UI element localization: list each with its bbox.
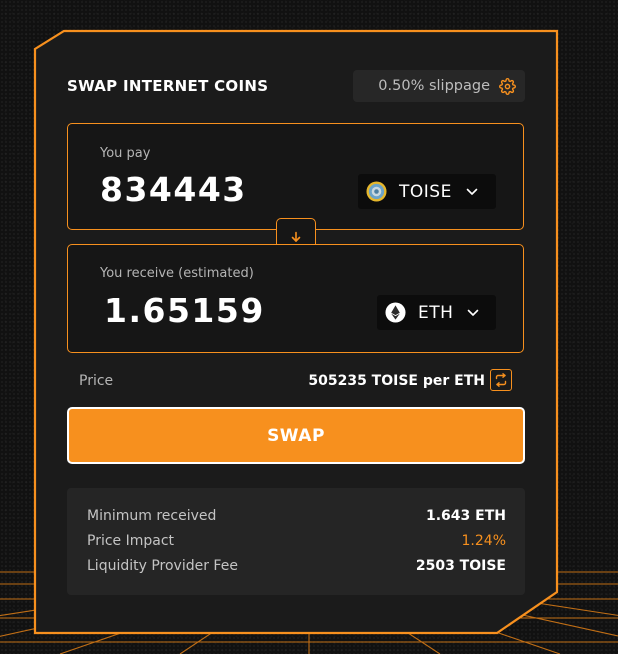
pay-amount-input[interactable]: 834443: [100, 170, 247, 209]
swap-button[interactable]: SWAP: [67, 407, 525, 464]
pay-label: You pay: [100, 146, 151, 161]
detail-row-liquidity-fee: Liquidity Provider Fee 2503 TOISE: [87, 556, 506, 576]
chevron-down-icon: [466, 188, 478, 195]
detail-row-price-impact: Price Impact 1.24%: [87, 531, 506, 551]
card-title: SWAP INTERNET COINS: [67, 77, 269, 95]
receive-token-name: ETH: [418, 302, 454, 323]
swap-card: SWAP INTERNET COINS 0.50% slippage You p…: [0, 0, 618, 654]
slippage-label: 0.50% slippage: [378, 78, 490, 94]
detail-label: Price Impact: [87, 533, 175, 549]
receive-panel: You receive (estimated) 1.65159 ETH: [67, 244, 524, 353]
eth-token-icon: [385, 302, 406, 323]
swap-arrows-icon: [495, 373, 507, 387]
receive-label: You receive (estimated): [100, 266, 254, 281]
invert-price-button[interactable]: [490, 369, 512, 391]
toise-token-icon: [366, 181, 387, 202]
pay-panel: You pay 834443 TOISE: [67, 123, 524, 230]
price-label: Price: [79, 373, 114, 389]
detail-label: Minimum received: [87, 508, 217, 524]
detail-value: 1.643 ETH: [426, 508, 506, 524]
pay-token-name: TOISE: [399, 181, 452, 202]
trade-details-panel: Minimum received 1.643 ETH Price Impact …: [67, 488, 525, 595]
price-value: 505235 TOISE per ETH: [308, 373, 485, 389]
detail-value: 2503 TOISE: [415, 558, 506, 574]
detail-label: Liquidity Provider Fee: [87, 558, 238, 574]
slippage-settings-button[interactable]: 0.50% slippage: [353, 70, 525, 102]
receive-amount-output[interactable]: 1.65159: [104, 291, 265, 330]
arrow-down-icon: [291, 231, 301, 242]
gear-icon: [499, 77, 516, 95]
chevron-down-icon: [468, 309, 479, 316]
pay-token-select[interactable]: TOISE: [358, 174, 496, 209]
detail-value: 1.24%: [461, 533, 506, 549]
receive-token-select[interactable]: ETH: [377, 295, 496, 330]
detail-row-minimum-received: Minimum received 1.643 ETH: [87, 506, 506, 526]
